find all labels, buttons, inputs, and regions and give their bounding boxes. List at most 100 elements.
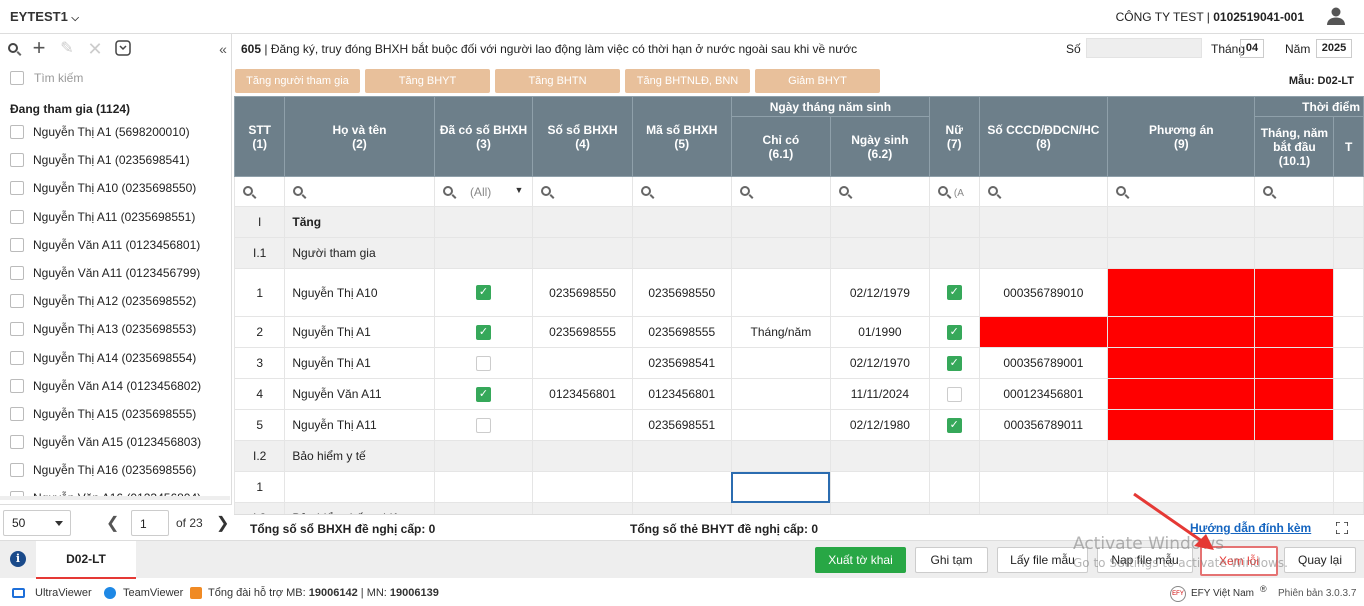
sidebar-employee-item[interactable]: Nguyễn Văn A11 (0123456799) <box>0 259 232 287</box>
sidebar-employee-item[interactable]: Nguyễn Thị A1 (0235698541) <box>0 146 232 174</box>
table-row[interactable]: 2 Nguyễn Thị A1 ✓ 0235698555 0235698555 Tháng… <box>234 316 1364 348</box>
sidebar-employee-item[interactable]: Nguyễn Thị A10 (0235698550) <box>0 174 232 202</box>
sidebar-employee-item[interactable]: Nguyễn Thị A12 (0235698552) <box>0 287 232 315</box>
cell-ngaysinh[interactable]: 11/11/2024 <box>829 378 930 410</box>
employee-checkbox[interactable] <box>10 463 24 478</box>
employee-checkbox[interactable] <box>10 265 24 280</box>
cell-nu[interactable]: ✓ <box>928 347 980 379</box>
cell-stt[interactable]: 5 <box>234 409 286 441</box>
cell-chico[interactable]: Tháng/năm <box>730 316 831 348</box>
cell-stt[interactable]: 3 <box>234 347 286 379</box>
cell-soso[interactable]: 0235698550 <box>532 268 633 317</box>
cell-next[interactable] <box>1333 409 1364 441</box>
add-participant-button[interactable]: Tăng người tham gia <box>235 69 360 93</box>
cell-name[interactable]: Nguyễn Thị A1 <box>284 316 435 348</box>
cell-soso[interactable]: 0123456801 <box>532 378 633 410</box>
table-row[interactable]: 3 Nguyễn Thị A1 0235698541 02/12/1970 ✓ 00035… <box>234 347 1364 379</box>
cell-next[interactable] <box>1333 268 1364 317</box>
guide-link[interactable]: Hướng dẫn đính kèm <box>1190 521 1311 535</box>
filter-ngaysinh[interactable] <box>829 176 930 207</box>
collapse-sidebar-icon[interactable]: « <box>214 40 232 58</box>
cell-cccd[interactable] <box>978 316 1109 348</box>
sidebar-horizontal-scrollbar[interactable] <box>0 496 230 500</box>
filter-thangnam[interactable] <box>1254 176 1335 207</box>
add-bhtnld-button[interactable]: Tăng BHTNLĐ, BNN <box>625 69 750 93</box>
cell-cccd[interactable]: 000356789011 <box>978 409 1109 441</box>
cell-next[interactable] <box>1333 316 1364 348</box>
cell-thangnam[interactable] <box>1254 316 1335 348</box>
cell-thangnam[interactable] <box>1254 268 1335 317</box>
reduce-bhyt-button[interactable]: Giảm BHYT <box>755 69 880 93</box>
cell-maso[interactable]: 0235698550 <box>631 268 732 317</box>
filter-soso[interactable] <box>532 176 633 207</box>
col-chico[interactable]: Chỉ có (6.1) <box>730 116 831 177</box>
edit-icon[interactable]: ✎ <box>58 40 76 58</box>
employee-checkbox[interactable] <box>10 378 24 393</box>
col-soso[interactable]: Số sổ BHXH (4) <box>532 96 633 177</box>
table-row[interactable]: 5 Nguyễn Thị A11 0235698551 02/12/1980 ✓ 0003… <box>234 409 1364 441</box>
employee-checkbox[interactable] <box>10 181 24 196</box>
cell-daco[interactable]: ✓ <box>433 268 534 317</box>
sidebar-employee-item[interactable]: Nguyễn Văn A15 (0123456803) <box>0 428 232 456</box>
cell-cccd[interactable]: 000356789010 <box>978 268 1109 317</box>
cell-cccd[interactable]: 000356789001 <box>978 347 1109 379</box>
add-bhyt-button[interactable]: Tăng BHYT <box>365 69 490 93</box>
tab-d02-lt[interactable]: D02-LT <box>36 541 136 579</box>
cell-soso[interactable] <box>532 347 633 379</box>
filter-next[interactable] <box>1333 176 1364 207</box>
teamviewer-link[interactable]: TeamViewer <box>123 587 183 599</box>
info-icon[interactable]: i <box>10 551 26 567</box>
cell-phuongan[interactable] <box>1107 409 1256 441</box>
sidebar-employee-item[interactable]: Nguyễn Văn A14 (0123456802) <box>0 372 232 400</box>
filter-maso[interactable] <box>631 176 732 207</box>
filter-phuongan[interactable] <box>1107 176 1256 207</box>
cell-stt[interactable]: 4 <box>234 378 286 410</box>
cell-nu[interactable]: ✓ <box>928 268 980 317</box>
ultraviewer-icon[interactable] <box>12 588 25 598</box>
cell-maso[interactable]: 0235698555 <box>631 316 732 348</box>
cell-daco[interactable]: ✓ <box>433 378 534 410</box>
table-row[interactable]: 4 Nguyễn Văn A11 ✓ 0123456801 0123456801 11/1… <box>234 378 1364 410</box>
cell-phuongan[interactable] <box>1107 316 1256 348</box>
cell-stt[interactable]: 2 <box>234 316 286 348</box>
cell-chico[interactable] <box>730 347 831 379</box>
employee-checkbox[interactable] <box>10 406 24 421</box>
cell-soso[interactable] <box>532 409 633 441</box>
filter-cccd[interactable] <box>978 176 1109 207</box>
cell-daco[interactable] <box>433 347 534 379</box>
sidebar-employee-item[interactable]: Nguyễn Thị A16 (0235698556) <box>0 456 232 484</box>
thang-input[interactable]: 04 <box>1240 39 1264 58</box>
employee-checkbox[interactable] <box>10 322 24 337</box>
so-input[interactable] <box>1086 38 1202 58</box>
cell-chico[interactable] <box>730 268 831 317</box>
cell-name[interactable]: Nguyễn Thị A11 <box>284 409 435 441</box>
cell-name[interactable]: Nguyễn Thị A10 <box>284 268 435 317</box>
col-phuongan[interactable]: Phương án (9) <box>1107 96 1256 177</box>
dropdown-menu-icon[interactable] <box>114 40 132 58</box>
add-bhtn-button[interactable]: Tăng BHTN <box>495 69 620 93</box>
cell-cccd[interactable]: 000123456801 <box>978 378 1109 410</box>
col-next[interactable]: T <box>1333 116 1364 177</box>
employee-checkbox[interactable] <box>10 237 24 252</box>
col-daco[interactable]: Đã có số BHXH (3) <box>433 96 534 177</box>
employee-checkbox[interactable] <box>10 294 24 309</box>
cell-daco[interactable]: ✓ <box>433 316 534 348</box>
next-page-icon[interactable]: ❯ <box>216 513 229 533</box>
save-draft-button[interactable]: Ghi tạm <box>915 547 988 573</box>
nam-input[interactable]: 2025 <box>1316 39 1352 58</box>
cell-phuongan[interactable] <box>1107 378 1256 410</box>
back-button[interactable]: Quay lại <box>1284 547 1356 573</box>
cell-next[interactable] <box>1333 378 1364 410</box>
cell-phuongan[interactable] <box>1107 268 1256 317</box>
col-nu[interactable]: Nữ (7) <box>928 96 980 177</box>
table-row[interactable]: 1 <box>234 471 1364 503</box>
cell-thangnam[interactable] <box>1254 378 1335 410</box>
select-all-checkbox[interactable] <box>10 71 24 85</box>
cell-nu[interactable] <box>928 378 980 410</box>
user-icon[interactable] <box>1326 6 1346 26</box>
cell-maso[interactable]: 0123456801 <box>631 378 732 410</box>
cell-chico[interactable] <box>730 409 831 441</box>
cell-maso[interactable]: 0235698551 <box>631 409 732 441</box>
employee-checkbox[interactable] <box>10 125 24 139</box>
col-hoten[interactable]: Họ và tên (2) <box>284 96 435 177</box>
